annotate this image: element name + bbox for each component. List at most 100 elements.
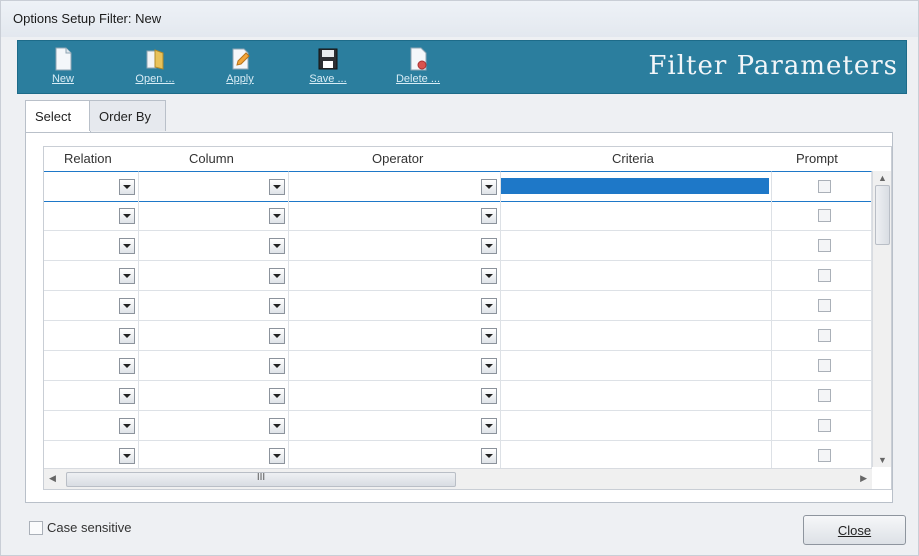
relation-cell[interactable] <box>44 171 139 202</box>
prompt-cell[interactable] <box>772 231 872 261</box>
horizontal-scrollbar[interactable]: ◀ III ▶ <box>44 468 872 489</box>
chevron-down-icon[interactable] <box>269 328 285 344</box>
column-cell[interactable] <box>139 231 289 261</box>
operator-cell[interactable] <box>289 381 501 411</box>
table-row[interactable] <box>44 171 872 202</box>
chevron-down-icon[interactable] <box>269 448 285 464</box>
prompt-checkbox[interactable] <box>818 299 831 312</box>
prompt-checkbox[interactable] <box>818 449 831 462</box>
prompt-checkbox[interactable] <box>818 209 831 222</box>
chevron-down-icon[interactable] <box>269 179 285 195</box>
prompt-cell[interactable] <box>772 171 872 202</box>
criteria-cell[interactable] <box>501 231 772 261</box>
prompt-checkbox[interactable] <box>818 239 831 252</box>
operator-cell[interactable] <box>289 321 501 351</box>
chevron-down-icon[interactable] <box>269 298 285 314</box>
tab-select[interactable]: Select <box>25 100 91 133</box>
prompt-checkbox[interactable] <box>818 329 831 342</box>
chevron-down-icon[interactable] <box>481 358 497 374</box>
chevron-down-icon[interactable] <box>269 238 285 254</box>
chevron-down-icon[interactable] <box>119 388 135 404</box>
operator-cell[interactable] <box>289 201 501 231</box>
prompt-cell[interactable] <box>772 411 872 441</box>
scroll-down-icon[interactable]: ▼ <box>878 455 887 465</box>
relation-cell[interactable] <box>44 381 139 411</box>
chevron-down-icon[interactable] <box>119 238 135 254</box>
prompt-cell[interactable] <box>772 201 872 231</box>
relation-cell[interactable] <box>44 261 139 291</box>
table-row[interactable] <box>44 231 872 261</box>
criteria-cell[interactable] <box>501 261 772 291</box>
operator-cell[interactable] <box>289 291 501 321</box>
prompt-checkbox[interactable] <box>818 389 831 402</box>
chevron-down-icon[interactable] <box>481 298 497 314</box>
chevron-down-icon[interactable] <box>269 358 285 374</box>
table-row[interactable] <box>44 321 872 351</box>
column-cell[interactable] <box>139 321 289 351</box>
chevron-down-icon[interactable] <box>481 328 497 344</box>
chevron-down-icon[interactable] <box>481 418 497 434</box>
vertical-scroll-thumb[interactable] <box>875 185 890 245</box>
column-cell[interactable] <box>139 441 289 471</box>
table-row[interactable] <box>44 411 872 441</box>
criteria-cell[interactable] <box>501 351 772 381</box>
table-row[interactable] <box>44 441 872 471</box>
operator-cell[interactable] <box>289 171 501 202</box>
prompt-cell[interactable] <box>772 261 872 291</box>
apply-button[interactable]: Apply <box>210 45 270 89</box>
relation-cell[interactable] <box>44 201 139 231</box>
criteria-cell[interactable] <box>501 291 772 321</box>
column-cell[interactable] <box>139 291 289 321</box>
operator-cell[interactable] <box>289 231 501 261</box>
chevron-down-icon[interactable] <box>481 208 497 224</box>
case-sensitive-box[interactable] <box>29 521 43 535</box>
save-button[interactable]: Save ... <box>298 45 358 89</box>
column-cell[interactable] <box>139 171 289 202</box>
open-button[interactable]: Open ... <box>125 45 185 89</box>
prompt-cell[interactable] <box>772 291 872 321</box>
delete-button[interactable]: Delete ... <box>388 45 448 89</box>
chevron-down-icon[interactable] <box>481 268 497 284</box>
chevron-down-icon[interactable] <box>119 448 135 464</box>
table-row[interactable] <box>44 291 872 321</box>
relation-cell[interactable] <box>44 351 139 381</box>
new-button[interactable]: New <box>33 45 93 89</box>
prompt-checkbox[interactable] <box>818 269 831 282</box>
table-row[interactable] <box>44 381 872 411</box>
relation-cell[interactable] <box>44 291 139 321</box>
chevron-down-icon[interactable] <box>269 418 285 434</box>
prompt-checkbox[interactable] <box>818 180 831 193</box>
prompt-cell[interactable] <box>772 381 872 411</box>
scroll-left-icon[interactable]: ◀ <box>49 473 56 484</box>
operator-cell[interactable] <box>289 351 501 381</box>
close-button[interactable]: Close <box>803 515 906 545</box>
vertical-scrollbar[interactable]: ▲ ▼ <box>872 171 891 467</box>
operator-cell[interactable] <box>289 261 501 291</box>
chevron-down-icon[interactable] <box>119 358 135 374</box>
criteria-cell[interactable] <box>501 441 772 471</box>
chevron-down-icon[interactable] <box>119 298 135 314</box>
horizontal-scroll-thumb[interactable]: III <box>66 472 456 487</box>
prompt-checkbox[interactable] <box>818 419 831 432</box>
chevron-down-icon[interactable] <box>481 388 497 404</box>
relation-cell[interactable] <box>44 231 139 261</box>
prompt-cell[interactable] <box>772 351 872 381</box>
column-cell[interactable] <box>139 351 289 381</box>
operator-cell[interactable] <box>289 411 501 441</box>
chevron-down-icon[interactable] <box>119 179 135 195</box>
column-cell[interactable] <box>139 411 289 441</box>
chevron-down-icon[interactable] <box>481 238 497 254</box>
column-cell[interactable] <box>139 261 289 291</box>
chevron-down-icon[interactable] <box>119 328 135 344</box>
criteria-cell[interactable] <box>501 201 772 231</box>
chevron-down-icon[interactable] <box>119 208 135 224</box>
prompt-cell[interactable] <box>772 441 872 471</box>
prompt-checkbox[interactable] <box>818 359 831 372</box>
tab-order-by[interactable]: Order By <box>89 100 166 131</box>
relation-cell[interactable] <box>44 441 139 471</box>
chevron-down-icon[interactable] <box>481 179 497 195</box>
table-row[interactable] <box>44 201 872 231</box>
chevron-down-icon[interactable] <box>119 418 135 434</box>
operator-cell[interactable] <box>289 441 501 471</box>
chevron-down-icon[interactable] <box>119 268 135 284</box>
